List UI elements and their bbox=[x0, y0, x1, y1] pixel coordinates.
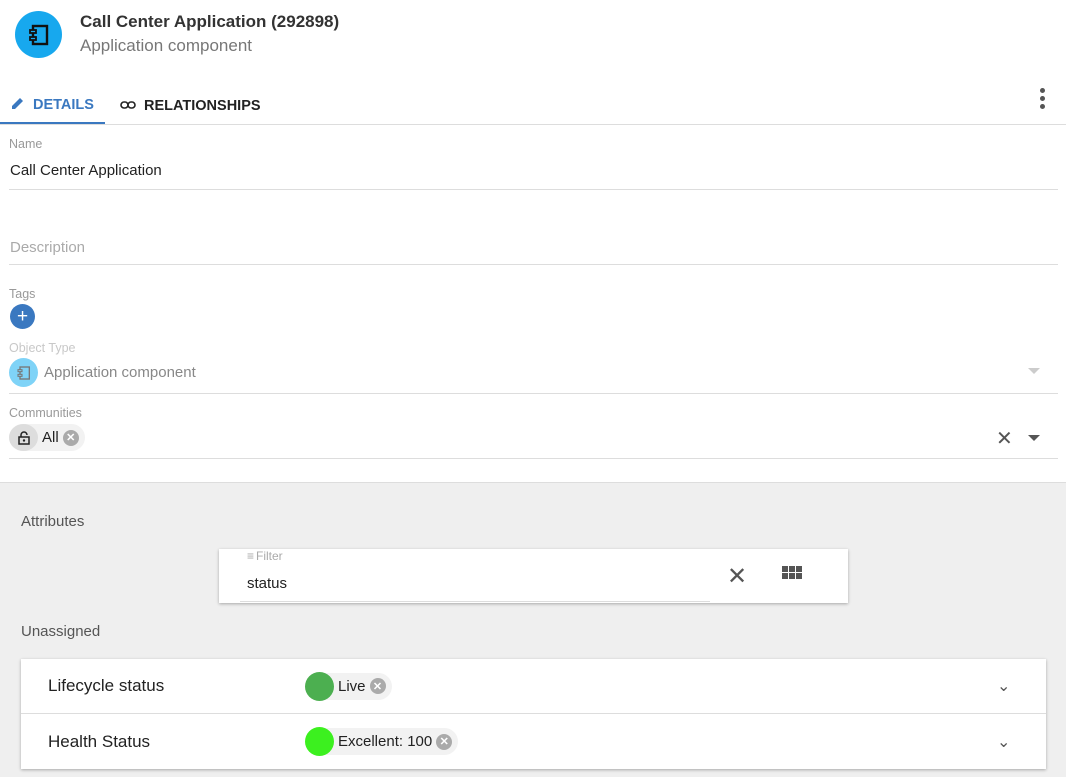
communities-label: Communities bbox=[9, 406, 82, 420]
lock-icon bbox=[9, 424, 38, 451]
filter-input[interactable]: status bbox=[247, 575, 287, 592]
tab-label: DETAILS bbox=[33, 97, 94, 113]
status-color-dot bbox=[305, 671, 334, 701]
remove-chip-icon[interactable]: ✕ bbox=[62, 429, 79, 446]
dropdown-arrow-icon bbox=[1028, 368, 1040, 374]
attribute-value-chip[interactable]: Excellent: 100 ✕ bbox=[305, 727, 459, 756]
filter-label: Filter bbox=[256, 549, 283, 563]
attribute-name: Health Status bbox=[48, 731, 151, 751]
tab-divider bbox=[0, 124, 1066, 125]
remove-chip-icon[interactable]: ✕ bbox=[369, 678, 386, 694]
status-color-dot bbox=[305, 727, 334, 756]
filter-label-wrap: ≡ Filter bbox=[247, 549, 283, 563]
grid-view-icon[interactable] bbox=[782, 566, 802, 579]
tags-label: Tags bbox=[9, 287, 36, 301]
community-chip-label: All bbox=[42, 429, 59, 446]
application-component-icon bbox=[9, 358, 38, 387]
filter-icon: ≡ bbox=[247, 549, 255, 563]
filter-card: ≡ Filter status ✕ bbox=[219, 549, 848, 603]
attribute-name: Lifecycle status bbox=[48, 676, 165, 695]
tab-label: RELATIONSHIPS bbox=[144, 98, 261, 114]
tab-relationships[interactable]: RELATIONSHIPS bbox=[120, 88, 261, 124]
object-type-underline bbox=[9, 393, 1058, 394]
add-tag-button[interactable]: + bbox=[10, 304, 35, 329]
clear-icon[interactable]: ✕ bbox=[996, 426, 1013, 451]
attribute-value-chip[interactable]: Live ✕ bbox=[305, 671, 392, 701]
object-type-value: Application component bbox=[44, 364, 196, 381]
application-component-icon bbox=[15, 11, 62, 58]
remove-chip-icon[interactable]: ✕ bbox=[436, 733, 453, 750]
chevron-down-icon[interactable]: ⌄ bbox=[997, 732, 1010, 752]
chevron-down-icon[interactable]: ⌄ bbox=[997, 676, 1010, 696]
link-icon bbox=[120, 98, 136, 114]
tab-details[interactable]: DETAILS bbox=[0, 88, 105, 124]
name-label: Name bbox=[9, 137, 43, 151]
attribute-row-lifecycle-status[interactable]: Lifecycle status Live ✕ ⌄ bbox=[21, 659, 1046, 714]
pencil-icon bbox=[11, 96, 25, 114]
attribute-value: Excellent: 100 bbox=[338, 733, 433, 750]
name-input[interactable]: Call Center Application bbox=[10, 162, 162, 179]
page-subtitle: Application component bbox=[80, 36, 253, 55]
clear-filter-icon[interactable]: ✕ bbox=[727, 562, 747, 591]
attribute-value: Live bbox=[338, 677, 366, 695]
page-title: Call Center Application (292898) bbox=[80, 12, 340, 31]
description-underline bbox=[9, 264, 1058, 265]
object-type-label: Object Type bbox=[9, 341, 76, 355]
communities-underline bbox=[9, 458, 1058, 459]
attribute-row-health-status[interactable]: Health Status Excellent: 100 ✕ ⌄ bbox=[21, 714, 1046, 769]
attributes-heading: Attributes bbox=[21, 513, 85, 530]
attributes-list: Lifecycle status Live ✕ ⌄ Health Status E… bbox=[21, 659, 1046, 769]
name-underline bbox=[9, 189, 1058, 190]
filter-underline bbox=[240, 601, 710, 602]
dropdown-arrow-icon[interactable] bbox=[1028, 435, 1040, 441]
more-options-icon[interactable] bbox=[1034, 86, 1050, 110]
unassigned-heading: Unassigned bbox=[21, 623, 101, 640]
description-input[interactable]: Description bbox=[10, 239, 85, 256]
community-chip[interactable]: All ✕ bbox=[9, 424, 85, 451]
